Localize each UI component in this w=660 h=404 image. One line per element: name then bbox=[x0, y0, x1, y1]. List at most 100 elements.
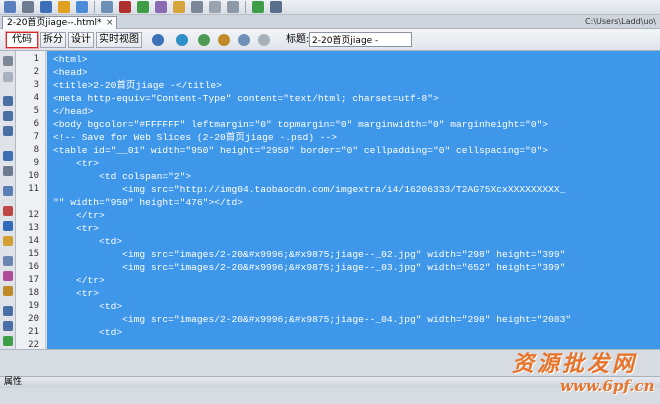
code-line[interactable]: <td> bbox=[53, 300, 122, 313]
indent-code-icon[interactable] bbox=[3, 306, 13, 316]
head-icon[interactable] bbox=[209, 1, 221, 13]
code-line[interactable]: <title>2-20首页jiage -</title> bbox=[53, 79, 222, 92]
design-view-button[interactable]: 设计 bbox=[68, 32, 94, 48]
code-line[interactable]: </tr> bbox=[53, 209, 105, 222]
watermark-logo: 资源批发网 bbox=[512, 351, 638, 377]
hyperlink-icon[interactable] bbox=[4, 1, 16, 13]
document-tab-title: 2-20首页jiage--.html* bbox=[7, 18, 102, 28]
document-toolbar: 代码 拆分 设计 实时视图 标题: bbox=[0, 29, 660, 51]
script-icon[interactable] bbox=[227, 1, 239, 13]
line-number: 8 bbox=[33, 145, 39, 155]
tag-chooser-icon[interactable] bbox=[270, 1, 282, 13]
code-editor[interactable]: <html> <head> <title>2-20首页jiage -</titl… bbox=[47, 51, 660, 349]
split-view-button[interactable]: 拆分 bbox=[40, 32, 66, 48]
insert-div-icon[interactable] bbox=[101, 1, 113, 13]
line-number: 16 bbox=[28, 262, 39, 272]
line-number: 9 bbox=[33, 158, 39, 168]
live-view-button[interactable]: 实时视图 bbox=[96, 32, 142, 48]
main-toolbar bbox=[0, 0, 660, 15]
collapse-tag-icon[interactable] bbox=[3, 96, 13, 106]
coding-toolbar bbox=[0, 51, 16, 354]
code-line[interactable]: <tr> bbox=[53, 222, 99, 235]
outdent-code-icon[interactable] bbox=[3, 321, 13, 331]
line-number: 13 bbox=[28, 223, 39, 233]
preview-browser-icon[interactable] bbox=[176, 34, 188, 46]
code-line[interactable]: <img src="http://img04.taobaocdn.com/img… bbox=[53, 183, 565, 196]
line-number: 4 bbox=[33, 93, 39, 103]
code-line[interactable]: "" width="950" height="476"></td> bbox=[53, 196, 243, 209]
toolbar-separator bbox=[245, 1, 246, 13]
recent-snippets-icon[interactable] bbox=[3, 286, 13, 296]
watermark-url: www.6pf.cn bbox=[560, 377, 655, 395]
multiscreen-icon[interactable] bbox=[152, 34, 164, 46]
collapse-selection-icon[interactable] bbox=[3, 111, 13, 121]
code-line[interactable]: <meta http-equiv="Content-Type" content=… bbox=[53, 92, 439, 105]
line-number: 14 bbox=[28, 236, 39, 246]
toolbar-separator bbox=[94, 1, 95, 13]
code-view-button[interactable]: 代码 bbox=[6, 32, 38, 48]
syntax-error-icon[interactable] bbox=[3, 221, 13, 231]
code-line[interactable]: <td colspan="2"> bbox=[53, 170, 191, 183]
code-line[interactable]: <tr> bbox=[53, 157, 99, 170]
show-code-navigator-icon[interactable] bbox=[3, 72, 13, 82]
server-side-include-icon[interactable] bbox=[173, 1, 185, 13]
line-numbers-icon[interactable] bbox=[3, 186, 13, 196]
expand-all-icon[interactable] bbox=[3, 126, 13, 136]
code-line[interactable]: <img src="images/2-20&#x9996;&#x9875;jia… bbox=[53, 261, 565, 274]
table-icon[interactable] bbox=[76, 1, 88, 13]
line-number: 12 bbox=[28, 210, 39, 220]
code-line[interactable]: <img src="images/2-20&#x9996;&#x9875;jia… bbox=[53, 313, 571, 326]
line-number: 2 bbox=[33, 67, 39, 77]
file-path: C:\Users\Ladd\uo\ bbox=[585, 17, 656, 26]
apply-comment-icon[interactable] bbox=[3, 236, 13, 246]
line-number: 17 bbox=[28, 275, 39, 285]
remove-comment-icon[interactable] bbox=[3, 256, 13, 266]
title-input[interactable] bbox=[309, 32, 412, 47]
line-number: 19 bbox=[28, 301, 39, 311]
code-line[interactable]: <table id="__01" width="950" height="295… bbox=[53, 144, 548, 157]
line-number: 6 bbox=[33, 119, 39, 129]
templates-icon[interactable] bbox=[252, 1, 264, 13]
validate-icon[interactable] bbox=[218, 34, 230, 46]
code-line[interactable]: <td> bbox=[53, 235, 122, 248]
named-anchor-icon[interactable] bbox=[40, 1, 52, 13]
line-number: 3 bbox=[33, 80, 39, 90]
line-number: 11 bbox=[28, 184, 39, 194]
code-line[interactable]: <body bgcolor="#FFFFFF" leftmargin="0" t… bbox=[53, 118, 548, 131]
format-source-code-icon[interactable] bbox=[3, 336, 13, 346]
email-link-icon[interactable] bbox=[22, 1, 34, 13]
code-line[interactable]: <html> bbox=[53, 53, 88, 66]
line-number: 20 bbox=[28, 314, 39, 324]
comment-icon[interactable] bbox=[191, 1, 203, 13]
media-icon[interactable] bbox=[137, 1, 149, 13]
code-line[interactable]: </tr> bbox=[53, 274, 105, 287]
code-line[interactable]: </head> bbox=[53, 105, 93, 118]
line-number: 18 bbox=[28, 288, 39, 298]
refresh-icon[interactable] bbox=[258, 34, 270, 46]
title-label: 标题: bbox=[286, 34, 310, 45]
code-line[interactable]: <head> bbox=[53, 66, 88, 79]
images-icon[interactable] bbox=[119, 1, 131, 13]
balance-braces-icon[interactable] bbox=[3, 166, 13, 176]
document-tab-bar: 2-20首页jiage--.html* × C:\Users\Ladd\uo\ bbox=[0, 15, 660, 29]
line-number: 21 bbox=[28, 327, 39, 337]
code-line[interactable]: <img src="images/2-20&#x9996;&#x9875;jia… bbox=[53, 248, 565, 261]
close-icon[interactable]: × bbox=[106, 17, 114, 29]
open-documents-icon[interactable] bbox=[3, 56, 13, 66]
file-management-icon[interactable] bbox=[198, 34, 210, 46]
line-number: 1 bbox=[33, 54, 39, 64]
code-line[interactable]: <td> bbox=[53, 326, 122, 339]
properties-label: 属性 bbox=[4, 377, 23, 387]
code-line[interactable]: <tr> bbox=[53, 287, 99, 300]
select-parent-tag-icon[interactable] bbox=[3, 151, 13, 161]
horizontal-rule-icon[interactable] bbox=[58, 1, 70, 13]
wrap-tag-icon[interactable] bbox=[3, 271, 13, 281]
highlight-invalid-code-icon[interactable] bbox=[3, 206, 13, 216]
visual-aids-icon[interactable] bbox=[238, 34, 250, 46]
code-line[interactable]: <!-- Save for Web Slices (2-20首页jiage -.… bbox=[53, 131, 337, 144]
document-tab[interactable]: 2-20首页jiage--.html* × bbox=[2, 16, 117, 29]
line-number: 15 bbox=[28, 249, 39, 259]
line-number: 5 bbox=[33, 106, 39, 116]
date-icon[interactable] bbox=[155, 1, 167, 13]
line-number: 10 bbox=[28, 171, 39, 181]
